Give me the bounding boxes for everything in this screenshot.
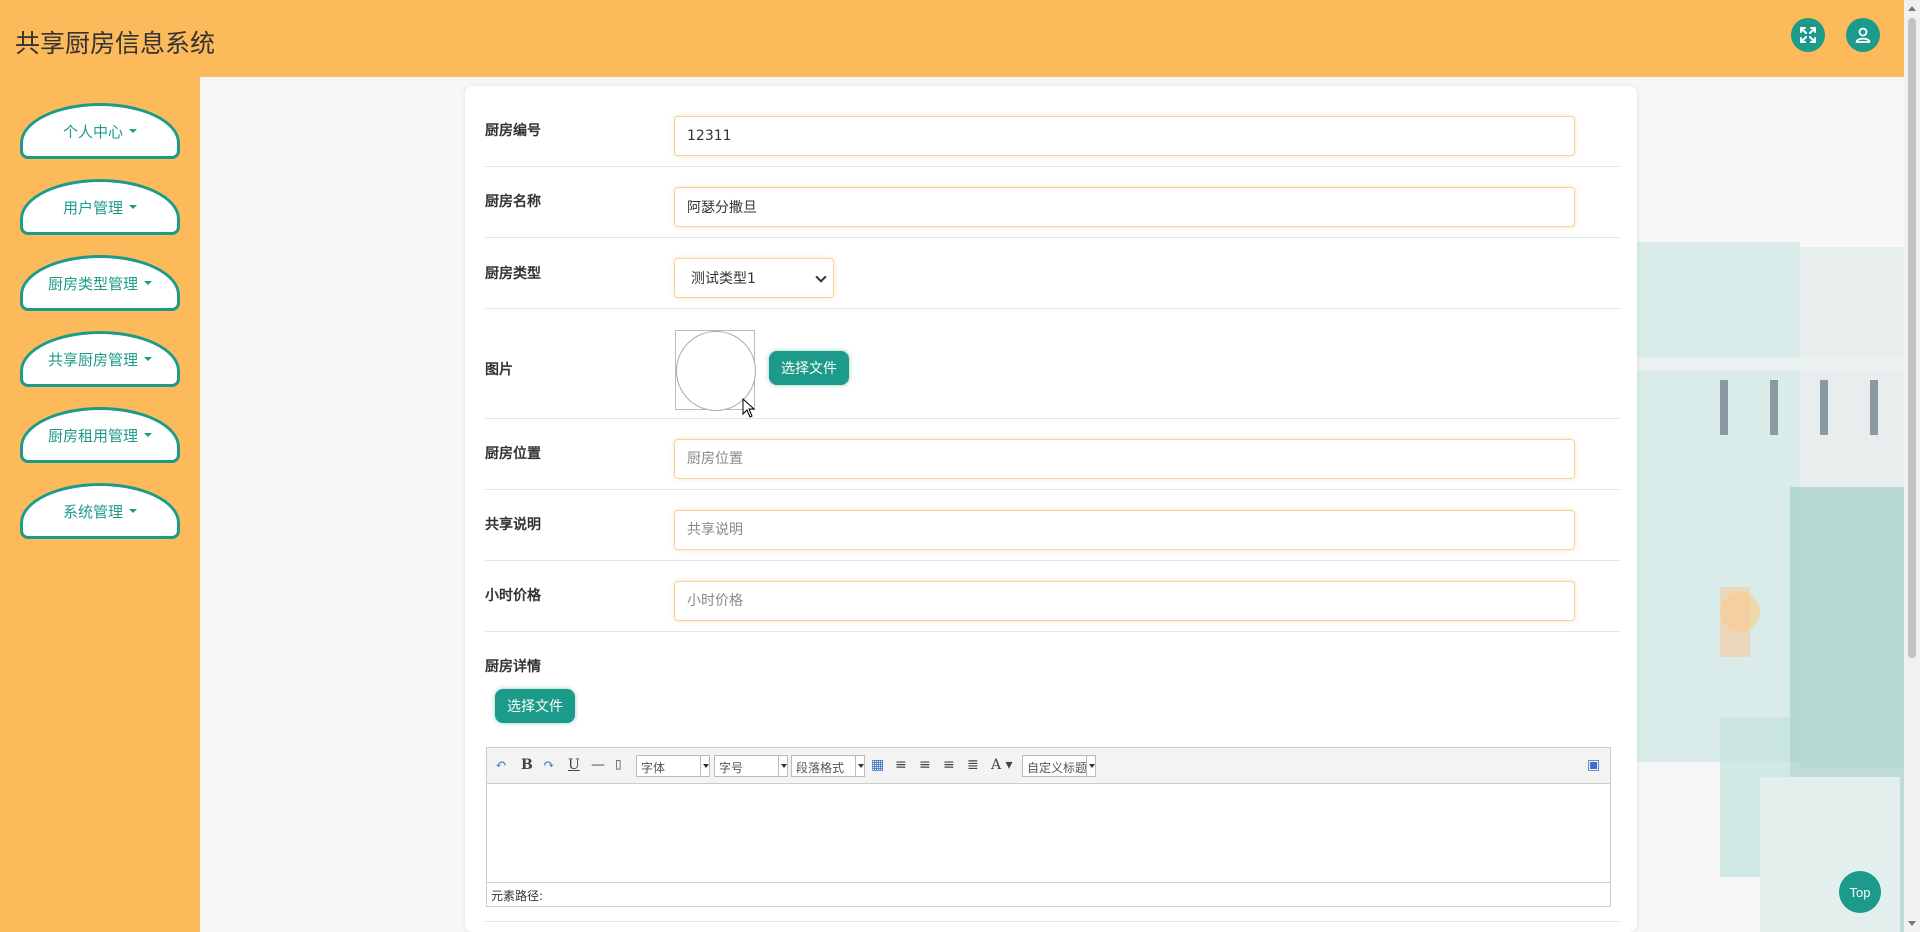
caret-down-icon [144, 281, 152, 285]
hourly-price-label: 小时价格 [485, 588, 541, 604]
caret-down-icon [129, 129, 137, 133]
page-scrollbar[interactable] [1904, 0, 1920, 932]
scroll-down-arrow-icon[interactable] [1908, 921, 1916, 926]
element-path-label: 元素路径: [491, 889, 544, 903]
caret-down-icon [129, 205, 137, 209]
location-input[interactable] [674, 439, 1575, 479]
align-justify-icon[interactable]: ≣ [967, 757, 979, 773]
row-kitchen-type: 厨房类型 测试类型1 [485, 238, 1620, 309]
sidebar-item-label: 共享厨房管理 [47, 350, 138, 369]
kitchen-no-input[interactable] [674, 116, 1575, 156]
kitchen-type-label: 厨房类型 [485, 266, 541, 282]
caret-down-icon [129, 509, 137, 513]
dropdown-arrow-icon [1086, 756, 1095, 776]
align-left-icon[interactable]: ≡ [895, 757, 907, 773]
sidebar-item-personal-center[interactable]: 个人中心 [20, 103, 180, 159]
align-right-icon[interactable]: ≡ [919, 757, 931, 773]
caret-down-icon [144, 433, 152, 437]
scroll-up-arrow-icon[interactable] [1908, 6, 1916, 11]
bold-icon[interactable]: B [521, 757, 533, 773]
app-title: 共享厨房信息系统 [15, 29, 216, 58]
sidebar-item-system-management[interactable]: 系统管理 [20, 483, 180, 539]
share-desc-input[interactable] [674, 510, 1575, 550]
rich-text-editor: ↶ B ↷ U — ▯ 字体 字号 段落格式 ▦ ≡ ≡ ≡ ≣ A ▾ 自定义… [486, 747, 1611, 907]
share-desc-label: 共享说明 [485, 517, 541, 533]
row-image: 图片 选择文件 [485, 309, 1620, 419]
expand-icon [1800, 27, 1816, 43]
mouse-cursor-icon [742, 398, 756, 418]
paragraph-combo-label: 段落格式 [796, 761, 845, 775]
underline-icon[interactable]: U [568, 757, 580, 773]
caret-down-icon [144, 357, 152, 361]
hourly-price-input[interactable] [674, 581, 1575, 621]
editor-toolbar: ↶ B ↷ U — ▯ 字体 字号 段落格式 ▦ ≡ ≡ ≡ ≣ A ▾ 自定义… [487, 748, 1610, 784]
custom-title-label: 自定义标题 [1027, 761, 1088, 775]
details-choose-file-button[interactable]: 选择文件 [495, 689, 575, 723]
sidebar-item-kitchen-rental-management[interactable]: 厨房租用管理 [20, 407, 180, 463]
sidebar-item-kitchen-type-management[interactable]: 厨房类型管理 [20, 255, 180, 311]
undo-icon[interactable]: ↶ [495, 757, 507, 773]
sidebar-item-shared-kitchen-management[interactable]: 共享厨房管理 [20, 331, 180, 387]
editor-content-area[interactable] [487, 784, 1610, 882]
image-choose-file-button[interactable]: 选择文件 [769, 351, 849, 385]
size-combo-label: 字号 [719, 761, 744, 775]
row-kitchen-name: 厨房名称 [485, 167, 1620, 238]
document-icon[interactable]: ▯ [615, 757, 622, 771]
top-header: 共享厨房信息系统 [0, 0, 1904, 77]
kitchen-type-select[interactable]: 测试类型1 [674, 258, 834, 298]
fullscreen-button[interactable] [1791, 18, 1825, 52]
kitchen-no-label: 厨房编号 [485, 123, 541, 139]
font-family-combo[interactable]: 字体 [636, 755, 710, 777]
horizontal-rule-icon[interactable]: — [591, 757, 605, 773]
dropdown-arrow-icon [778, 756, 787, 776]
redo-icon[interactable]: ↷ [543, 757, 555, 773]
form-card: 厨房编号 厨房名称 厨房类型 测试类型1 图片 选择文件 厨房位置 共享说明 小… [465, 86, 1637, 932]
details-label: 厨房详情 [485, 659, 541, 675]
custom-title-combo[interactable]: 自定义标题 [1022, 755, 1096, 777]
element-path-bar: 元素路径: [487, 882, 1610, 906]
row-kitchen-no: 厨房编号 [485, 86, 1620, 167]
sidebar-item-label: 系统管理 [62, 502, 123, 521]
row-share-desc: 共享说明 [485, 490, 1620, 561]
sidebar-item-label: 厨房类型管理 [47, 274, 138, 293]
sidebar-item-label: 个人中心 [62, 122, 123, 141]
dropdown-arrow-icon [855, 756, 864, 776]
chevron-down-icon [815, 271, 827, 283]
dropdown-arrow-icon [700, 756, 709, 776]
font-combo-label: 字体 [641, 761, 666, 775]
image-label: 图片 [485, 362, 513, 378]
row-hourly-price: 小时价格 [485, 561, 1620, 632]
user-button[interactable] [1846, 18, 1880, 52]
font-color-icon[interactable]: A ▾ [991, 757, 1013, 773]
kitchen-name-label: 厨房名称 [485, 194, 541, 210]
align-center-icon[interactable]: ≡ [943, 757, 955, 773]
font-size-combo[interactable]: 字号 [714, 755, 788, 777]
sidebar-item-label: 厨房租用管理 [47, 426, 138, 445]
row-location: 厨房位置 [485, 419, 1620, 490]
paragraph-format-combo[interactable]: 段落格式 [791, 755, 865, 777]
sidebar: 个人中心 用户管理 厨房类型管理 共享厨房管理 厨房租用管理 系统管理 [0, 77, 200, 932]
sidebar-item-label: 用户管理 [62, 198, 123, 217]
scroll-thumb[interactable] [1908, 18, 1916, 658]
kitchen-name-input[interactable] [674, 187, 1575, 227]
back-to-top-button[interactable]: Top [1839, 871, 1881, 913]
kitchen-type-value: 测试类型1 [691, 271, 756, 287]
sidebar-item-user-management[interactable]: 用户管理 [20, 179, 180, 235]
table-icon[interactable]: ▦ [871, 757, 884, 773]
location-label: 厨房位置 [485, 446, 541, 462]
preview-monitor-icon[interactable]: ▣ [1587, 757, 1600, 773]
user-icon [1855, 27, 1871, 43]
